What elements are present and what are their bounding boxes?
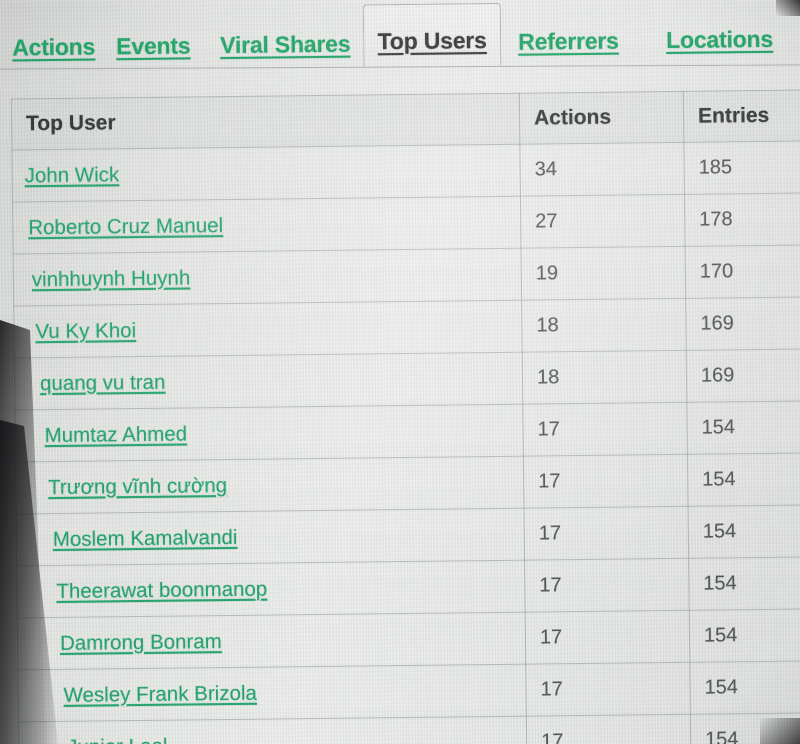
cell-user: Roberto Cruz Manuel — [12, 196, 522, 254]
tab-actions-label: Actions — [12, 33, 96, 61]
screen-photo: Actions Events Viral Shares Top Users Re… — [0, 0, 800, 744]
tab-viral-shares-label: Viral Shares — [220, 30, 351, 59]
user-link[interactable]: Moslem Kamalvandi — [53, 525, 238, 550]
cell-user: Mumtaz Ahmed — [14, 404, 524, 462]
tab-referrers[interactable]: Referrers — [518, 2, 619, 65]
cell-actions: 17 — [525, 662, 691, 717]
user-link[interactable]: vinhhuynh Huynh — [32, 266, 191, 291]
table-row: Damrong Bonram 17 154 — [17, 608, 800, 670]
cell-user: Damrong Bonram — [17, 612, 526, 670]
column-header-top-user[interactable]: Top User — [11, 93, 520, 150]
cell-actions: 18 — [522, 350, 687, 405]
user-link[interactable]: quang vu tran — [40, 370, 166, 394]
cell-actions: 17 — [524, 558, 690, 613]
tab-actions[interactable]: Actions — [12, 8, 96, 71]
tab-locations[interactable]: Locations — [666, 0, 774, 63]
tab-events[interactable]: Events — [116, 6, 191, 69]
user-link[interactable]: Wesley Frank Brizola — [63, 681, 257, 706]
tab-top-users-label: Top Users — [377, 27, 487, 55]
table-row: Roberto Cruz Manuel 27 178 — [12, 192, 800, 254]
user-link[interactable]: Junior Leal — [67, 734, 168, 744]
cell-user: quang vu tran — [14, 352, 523, 410]
cell-entries: 154 — [688, 556, 800, 611]
table-row: Moslem Kamalvandi 17 154 — [16, 504, 800, 566]
user-link[interactable]: Trương vĩnh cường — [48, 474, 227, 499]
cell-entries: 154 — [687, 504, 800, 559]
cell-entries: 170 — [685, 244, 800, 299]
analytics-screen: Actions Events Viral Shares Top Users Re… — [0, 0, 800, 744]
user-link[interactable]: Vu Ky Khoi — [35, 319, 136, 343]
cell-actions: 19 — [521, 246, 686, 301]
table-row: Trương vĩnh cường 17 154 — [15, 452, 800, 514]
user-link[interactable]: Damrong Bonram — [60, 630, 222, 655]
column-header-entries[interactable]: Entries — [683, 89, 800, 143]
user-link[interactable]: Mumtaz Ahmed — [44, 422, 187, 447]
cell-user: Trương vĩnh cường — [15, 456, 524, 514]
cell-entries: 185 — [683, 140, 800, 195]
table-header-row: Top User Actions Entries — [11, 89, 800, 150]
cell-user: John Wick — [11, 144, 521, 202]
table-row: Vu Ky Khoi 18 169 — [13, 296, 800, 358]
cell-actions: 34 — [519, 142, 685, 197]
table-row: vinhhuynh Huynh 19 170 — [13, 244, 800, 306]
cell-user: Vu Ky Khoi — [13, 300, 523, 358]
cell-user: Theerawat boonmanop — [16, 560, 526, 618]
user-link[interactable]: John Wick — [25, 163, 120, 187]
table-row: Wesley Frank Brizola 17 154 — [17, 660, 800, 722]
cell-user: Moslem Kamalvandi — [16, 508, 525, 566]
cell-actions: 17 — [526, 714, 691, 744]
column-header-actions[interactable]: Actions — [519, 91, 684, 145]
user-link[interactable]: Roberto Cruz Manuel — [28, 214, 223, 239]
cell-actions: 17 — [525, 610, 690, 665]
tab-top-users[interactable]: Top Users — [362, 2, 502, 67]
cell-entries: 154 — [689, 608, 800, 663]
cell-user: vinhhuynh Huynh — [13, 248, 522, 306]
cell-actions: 18 — [521, 298, 687, 353]
table-row: John Wick 34 185 — [11, 140, 800, 202]
cell-user: Junior Leal — [18, 716, 527, 744]
cell-entries: 154 — [686, 400, 800, 455]
top-users-table: Top User Actions Entries John Wick 34 18… — [11, 89, 800, 744]
tab-bar: Actions Events Viral Shares Top Users Re… — [0, 0, 800, 71]
cell-user: Wesley Frank Brizola — [17, 664, 527, 722]
table-body: John Wick 34 185 Roberto Cruz Manuel 27 … — [11, 140, 800, 744]
tab-events-label: Events — [116, 32, 191, 60]
cell-entries: 154 — [687, 452, 800, 507]
cell-entries: 178 — [684, 192, 800, 247]
tab-referrers-label: Referrers — [518, 27, 619, 55]
tab-locations-label: Locations — [666, 25, 774, 54]
tab-viral-shares[interactable]: Viral Shares — [220, 5, 351, 68]
cell-actions: 17 — [523, 506, 689, 561]
cell-entries: 154 — [689, 660, 800, 715]
top-users-table-container: Top User Actions Entries John Wick 34 18… — [11, 89, 800, 744]
table-row: Theerawat boonmanop 17 154 — [16, 556, 800, 618]
table-row: quang vu tran 18 169 — [14, 348, 800, 410]
cell-entries: 169 — [685, 296, 800, 351]
cell-actions: 27 — [520, 194, 686, 249]
cell-actions: 17 — [523, 454, 688, 509]
table-row: Mumtaz Ahmed 17 154 — [14, 400, 800, 462]
user-link[interactable]: Theerawat boonmanop — [56, 577, 267, 602]
cell-entries: 169 — [686, 348, 800, 403]
cell-entries: 154 — [690, 712, 800, 744]
cell-actions: 17 — [522, 402, 688, 457]
